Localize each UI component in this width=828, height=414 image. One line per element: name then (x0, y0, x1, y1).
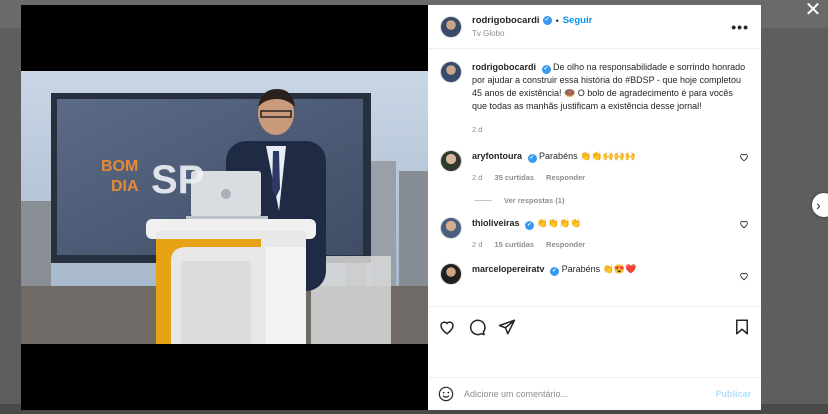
post-photo: BOM DIA SP (21, 71, 428, 344)
author-username[interactable]: rodrigobocardi (472, 15, 540, 26)
comment-time[interactable]: 2 d (472, 238, 482, 251)
caption-time[interactable]: 2 d (472, 123, 482, 136)
comment-heart-icon[interactable] (739, 271, 749, 281)
post-panel: rodrigobocardi ✓ • Seguir Tv Globo ••• r… (428, 5, 761, 410)
reply-button[interactable]: Responder (546, 238, 585, 251)
comment-heart-icon[interactable] (739, 152, 749, 162)
comment-icon[interactable] (468, 318, 486, 336)
comments-list[interactable]: rodrigobocardi ✓ De olho na responsabili… (428, 49, 761, 306)
more-options-icon[interactable]: ••• (731, 19, 749, 35)
likes-area (428, 346, 761, 377)
comment-username[interactable]: marcelopereiratv (472, 264, 545, 274)
comment-avatar[interactable] (440, 150, 462, 172)
reply-button[interactable]: Responder (546, 171, 585, 184)
post-modal: BOM DIA SP rodrigobocardi ✓ • Seguir Tv … (21, 5, 761, 410)
screen-logo-sp: SP (151, 158, 204, 202)
comment-item: marcelopereiratv ✓ Parabéns 👏😍❤️ (440, 263, 749, 285)
comment-avatar[interactable] (440, 217, 462, 239)
view-replies-button[interactable]: Ver respostas (1) (474, 196, 749, 205)
comment-likes[interactable]: 35 curtidas (494, 171, 534, 184)
verified-icon: ✓ (542, 16, 552, 25)
comment-avatar[interactable] (440, 263, 462, 285)
share-icon[interactable] (498, 318, 516, 336)
comment-username[interactable]: aryfontoura (472, 151, 522, 161)
comment-item: thioliveiras ✓ 👏👏👏👏 2 d 15 curtidas Resp… (440, 217, 749, 251)
action-bar (428, 306, 761, 346)
comment-time[interactable]: 2 d (472, 171, 482, 184)
caption-username[interactable]: rodrigobocardi (472, 62, 536, 72)
post-header: rodrigobocardi ✓ • Seguir Tv Globo ••• (428, 5, 761, 49)
next-post-icon[interactable]: › (812, 193, 828, 217)
emoji-icon[interactable] (438, 386, 454, 402)
comment-likes[interactable]: 15 curtidas (494, 238, 534, 251)
caption-avatar[interactable] (440, 61, 462, 83)
replies-divider (474, 200, 492, 201)
comment-username[interactable]: thioliveiras (472, 218, 520, 228)
separator-dot: • (555, 15, 559, 26)
verified-icon: ✓ (541, 65, 551, 74)
caption-item: rodrigobocardi ✓ De olho na responsabili… (440, 61, 749, 136)
comment-heart-icon[interactable] (739, 219, 749, 229)
close-icon[interactable]: ✕ (802, 0, 824, 22)
author-avatar[interactable] (440, 15, 462, 38)
comment-text: Parabéns 👏😍❤️ (561, 264, 637, 274)
verified-icon: ✓ (527, 154, 537, 163)
like-heart-icon[interactable] (438, 318, 456, 336)
screen-text-dia: DIA (111, 178, 139, 195)
screen-text-bom: BOM (101, 158, 138, 175)
comment-text: 👏👏👏👏 (536, 218, 582, 228)
comment-text: Parabéns 👏👏🙌🙌🙌 (539, 151, 637, 161)
comment-composer: Publicar (428, 377, 761, 410)
comment-item: aryfontoura ✓ Parabéns 👏👏🙌🙌🙌 2 d 35 curt… (440, 150, 749, 184)
post-location[interactable]: Tv Globo (472, 29, 592, 38)
verified-icon: ✓ (525, 221, 535, 230)
verified-icon: ✓ (550, 267, 560, 276)
view-replies-label: Ver respostas (1) (504, 196, 565, 205)
post-media[interactable]: BOM DIA SP (21, 5, 428, 410)
bookmark-icon[interactable] (733, 318, 751, 336)
follow-button[interactable]: Seguir (563, 15, 593, 26)
publish-button[interactable]: Publicar (715, 389, 751, 399)
comment-input[interactable] (464, 389, 716, 399)
